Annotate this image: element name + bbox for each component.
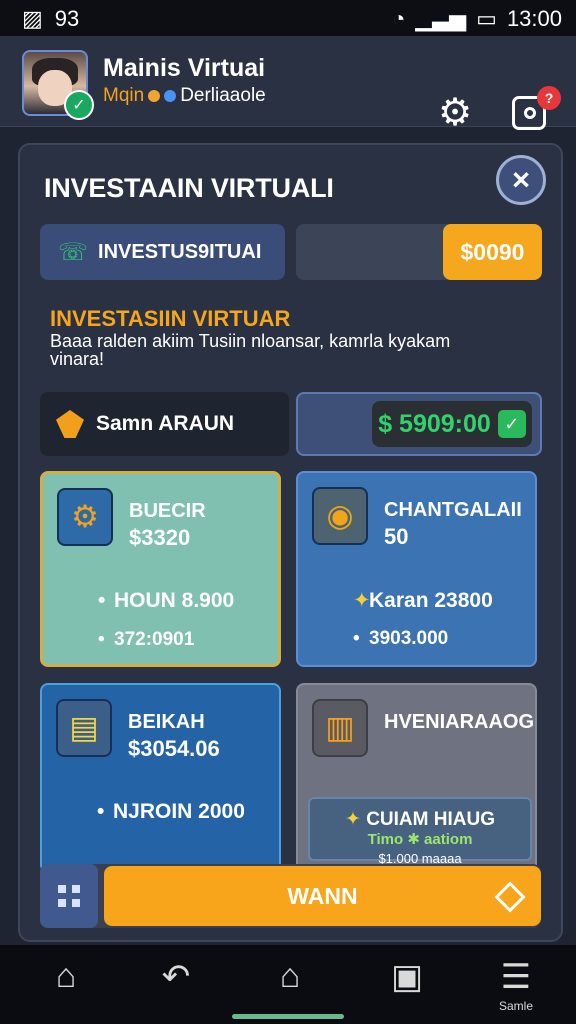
card-detail-1: ✦Karan 23800 [353,589,493,612]
home-icon[interactable]: ⌂ [28,957,104,998]
camera-icon: ◉ [312,487,368,545]
card-label: HVENIARAAOG [384,711,535,733]
coin-icon [148,90,161,102]
search-label: INVESTUS9ITUAI [98,240,262,263]
primary-action-button[interactable]: WANN [104,866,541,926]
investment-card-2[interactable]: ◉ CHANTGALAII 50 ✦Karan 23800 • 3903.000 [296,471,537,667]
card-value: $3054.06 [128,736,220,761]
status-left-text: 93 [54,6,80,31]
more-icon[interactable]: ☰ Samle [478,957,554,1013]
sam-account-card[interactable]: Samn ARAUN [40,392,289,456]
promo-subtitle: Timo ✱ aatiom [367,831,473,848]
card-value: 50 [384,524,409,549]
signal-icon: ▁▃▅ [415,6,467,31]
card-detail-1: • HOUN 8.900 [98,589,235,612]
check-icon: ✓ [497,410,526,438]
header-subtitle: Mqin Derliaaole [103,85,266,107]
dialog-action-bar: WANN [40,864,541,928]
shield-icon [56,410,84,438]
card-detail-2: • 3903.000 [353,628,449,649]
gear-icon[interactable]: ⚙ [438,94,472,132]
battery-icon: ▭ [476,6,497,31]
investment-card-3[interactable]: ▤ BEIKAH $3054.06 • NJROIN 2000 [40,683,281,873]
grid-button[interactable] [40,864,98,928]
home-indicator[interactable] [232,1014,344,1019]
close-icon: × [511,162,531,197]
house-icon[interactable]: ⌂ [252,957,328,998]
photo-icon: ▨ [22,6,43,31]
bottom-navigation: ⌂ ↶ ⌂ ▣ ☰ Samle [0,945,576,1024]
investment-dialog: INVESTAAIN VIRTUALI × ☏ INVESTUS9ITUAI $… [18,143,563,942]
header-title: Mainis Virtuai [103,54,266,82]
promo-box[interactable]: ✦ CUIAM HIAUG Timo ✱ aatiom $1.000 maaaa [308,797,532,866]
chest-icon: ▥ [312,699,368,757]
card-label: CHANTGALAII [384,499,522,521]
card-detail-1: • NJROIN 2000 [97,800,245,823]
primary-action-label: WANN [287,882,358,909]
section-description: Baaa ralden akiim Tusiin nloansar, kamrl… [50,331,451,369]
dialog-title: INVESTAAIN VIRTUALI [44,173,334,203]
investment-search-button[interactable]: ☏ INVESTUS9ITUAI [40,224,285,280]
card-detail-2: • 372:0901 [98,629,195,650]
card-label: BUECIR [129,500,206,522]
section-heading: INVESTASIIN VIRTUAR [50,306,291,331]
balance-display[interactable]: $ 5909:00 ✓ [372,401,532,447]
sam-label: Samn ARAUN [96,412,235,435]
investment-card-1[interactable]: ⚙ BUECIR $3320 • HOUN 8.900 • 372:0901 [40,471,281,667]
app-header: ✓ Mainis Virtuai Mqin Derliaaole ⚙ ? [0,36,576,132]
amount-field[interactable]: $0090 [296,224,542,280]
phone-icon: ☏ [58,238,89,266]
status-time: 13:00 [506,6,562,31]
back-icon[interactable]: ↶ [138,957,214,999]
close-button[interactable]: × [496,155,546,205]
amount-badge[interactable]: $0090 [443,224,542,280]
wifi-icon: ◔ [392,6,406,31]
verified-icon: ✓ [64,90,94,120]
investment-card-4[interactable]: ▥ HVENIARAAOG ✦ CUIAM HIAUG Timo ✱ aatio… [296,683,537,873]
inbox-icon[interactable]: ▣ [369,957,445,999]
promo-title: ✦ CUIAM HIAUG [345,809,495,830]
subtitle-accent: Mqin [103,85,145,106]
document-icon: ▤ [56,699,112,757]
status-bar: ▨ 93 ◔ ▁▃▅ ▭ 13:00 [0,0,576,36]
status-left: ▨ 93 [22,6,79,32]
gear-icon: ⚙ [57,488,113,546]
status-right: ◔ ▁▃▅ ▭ 13:00 [392,6,562,32]
card-label: BEIKAH [128,711,205,733]
card-value: $3320 [129,525,191,550]
balance-value: $ 5909:00 [378,409,491,438]
star-icon: ✦ [345,809,361,830]
notification-badge: ? [537,86,561,110]
balance-panel: $ 5909:00 ✓ [296,392,542,456]
badge-icon [164,90,177,102]
diamond-icon [494,881,526,913]
grid-icon [58,885,80,907]
subtitle-rest: Derliaaole [180,85,266,106]
